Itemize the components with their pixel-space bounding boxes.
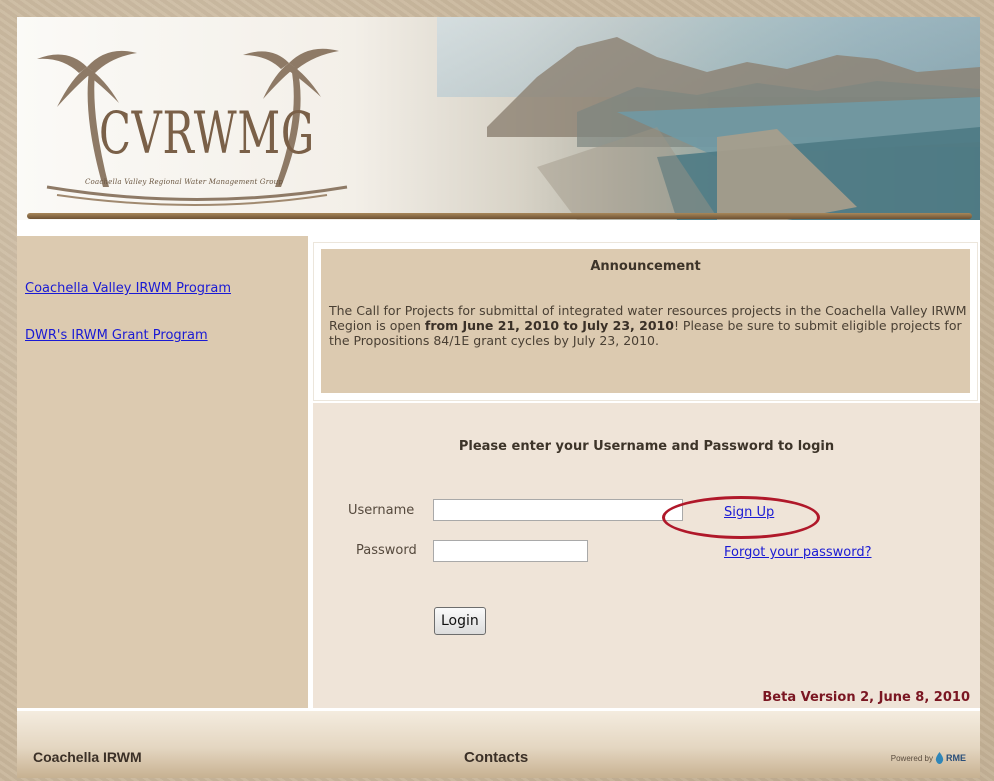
sidebar-link-dwr-grant-program[interactable]: DWR's IRWM Grant Program [25, 328, 208, 343]
sidebar-link-cv-irwm-program[interactable]: Coachella Valley IRWM Program [25, 281, 231, 296]
announcement-text: The Call for Projects for submittal of i… [329, 303, 969, 348]
announcement-dates: from June 21, 2010 to July 23, 2010 [424, 318, 674, 333]
password-input[interactable] [433, 540, 588, 562]
forgot-password-link[interactable]: Forgot your password? [724, 545, 872, 560]
logo-subtitle: Coachella Valley Regional Water Manageme… [85, 178, 284, 186]
header-banner: CVRWMG Coachella Valley Regional Water M… [17, 17, 980, 220]
username-label: Username [348, 503, 415, 518]
page: CVRWMG Coachella Valley Regional Water M… [17, 17, 980, 778]
username-input[interactable] [433, 499, 683, 521]
sidebar: Coachella Valley IRWM Program DWR's IRWM… [17, 236, 308, 708]
announcement-frame: Announcement The Call for Projects for s… [313, 242, 978, 401]
announcement-title: Announcement [590, 259, 701, 274]
login-prompt: Please enter your Username and Password … [458, 439, 835, 454]
footer-contacts-link[interactable]: Contacts [464, 749, 528, 766]
logo-wordmark: CVRWMG [99, 99, 315, 167]
announcement-panel: Announcement The Call for Projects for s… [321, 249, 970, 393]
password-label: Password [356, 543, 417, 558]
powered-by-label: Powered by [890, 753, 933, 763]
footer-site-name: Coachella IRWM [33, 749, 142, 765]
version-label: Beta Version 2, June 8, 2010 [762, 690, 970, 705]
footer: Coachella IRWM Contacts Powered by RME [17, 711, 980, 778]
banner-divider [27, 213, 972, 219]
login-button[interactable]: Login [434, 607, 486, 635]
signup-link[interactable]: Sign Up [724, 505, 774, 520]
powered-by: Powered by RME [891, 752, 966, 764]
water-drop-icon [935, 752, 944, 764]
powered-by-brand: RME [946, 753, 966, 763]
login-panel: Please enter your Username and Password … [313, 403, 980, 708]
